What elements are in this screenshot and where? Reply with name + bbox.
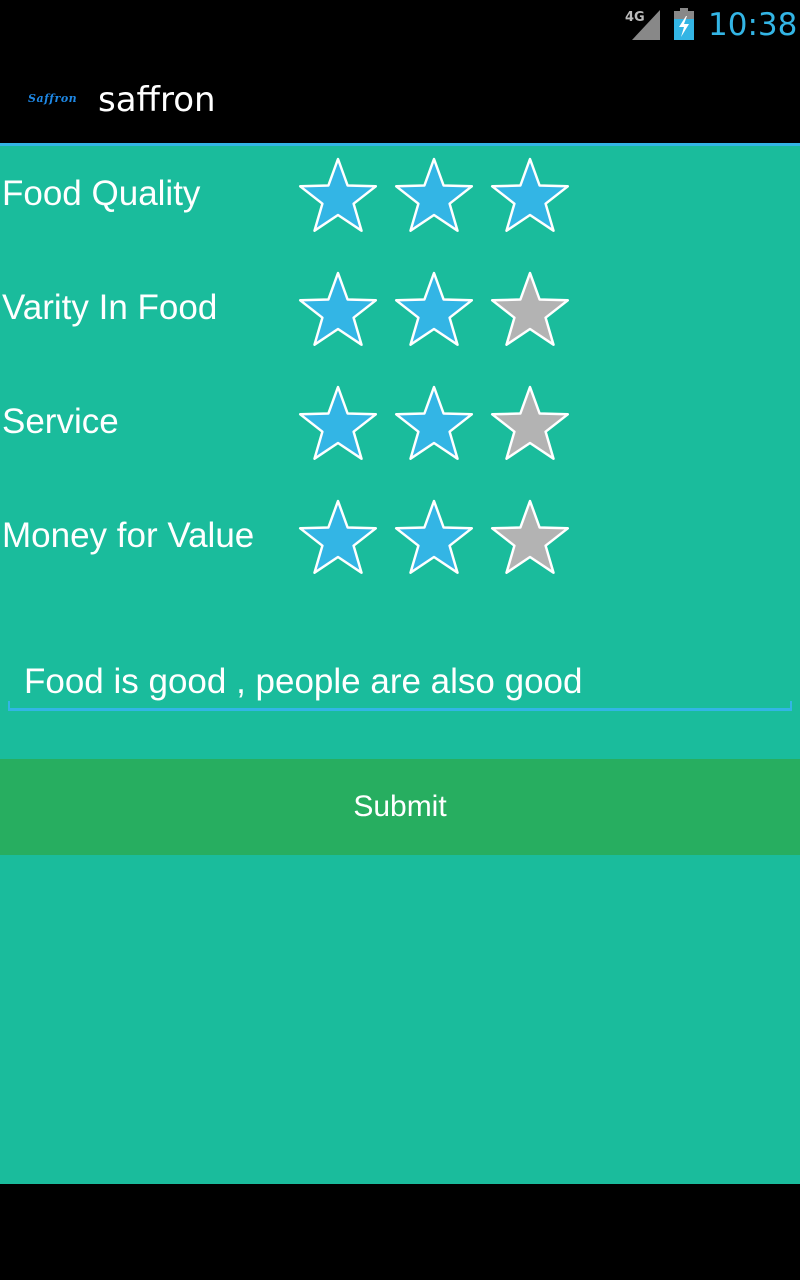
rating-label: Service — [2, 402, 119, 441]
comment-input[interactable]: Food is good , people are also good — [8, 646, 792, 716]
status-clock: 10:38 — [708, 7, 798, 43]
app-screen: 4G 10:38 Saffron saffron Food Quality Va… — [0, 0, 800, 1280]
submit-button-label: Submit — [353, 790, 447, 823]
star-empty-icon[interactable] — [488, 384, 572, 464]
submit-button[interactable]: Submit — [0, 759, 800, 855]
rating-row-service: Service — [0, 374, 800, 464]
star-filled-icon[interactable] — [296, 270, 380, 350]
status-bar: 4G 10:38 — [0, 0, 800, 50]
star-empty-icon[interactable] — [488, 270, 572, 350]
star-filled-icon[interactable] — [296, 156, 380, 236]
battery-charging-icon — [674, 8, 694, 40]
rating-row-food-quality: Food Quality — [0, 146, 800, 236]
app-logo[interactable]: Saffron — [28, 90, 77, 108]
star-filled-icon[interactable] — [296, 498, 380, 578]
rating-row-money-for-value: Money for Value — [0, 488, 800, 578]
action-bar: Saffron saffron — [0, 50, 800, 143]
star-filled-icon[interactable] — [488, 156, 572, 236]
star-filled-icon[interactable] — [296, 384, 380, 464]
star-filled-icon[interactable] — [392, 384, 476, 464]
network-type-label: 4G — [625, 10, 645, 25]
rating-label: Money for Value — [2, 516, 255, 555]
star-empty-icon[interactable] — [488, 498, 572, 578]
star-filled-icon[interactable] — [392, 498, 476, 578]
rating-label: Varity In Food — [2, 288, 218, 327]
star-filled-icon[interactable] — [392, 270, 476, 350]
feedback-form: Food Quality Varity In Food Service Mone… — [0, 146, 800, 1184]
comment-input-value[interactable]: Food is good , people are also good — [24, 660, 582, 704]
app-title: saffron — [98, 80, 216, 120]
navigation-bar — [0, 1184, 800, 1280]
rating-label: Food Quality — [2, 174, 201, 213]
rating-row-varity-in-food: Varity In Food — [0, 260, 800, 350]
signal-4g-icon: 4G — [625, 10, 660, 40]
comment-input-underline — [8, 701, 792, 711]
star-filled-icon[interactable] — [392, 156, 476, 236]
